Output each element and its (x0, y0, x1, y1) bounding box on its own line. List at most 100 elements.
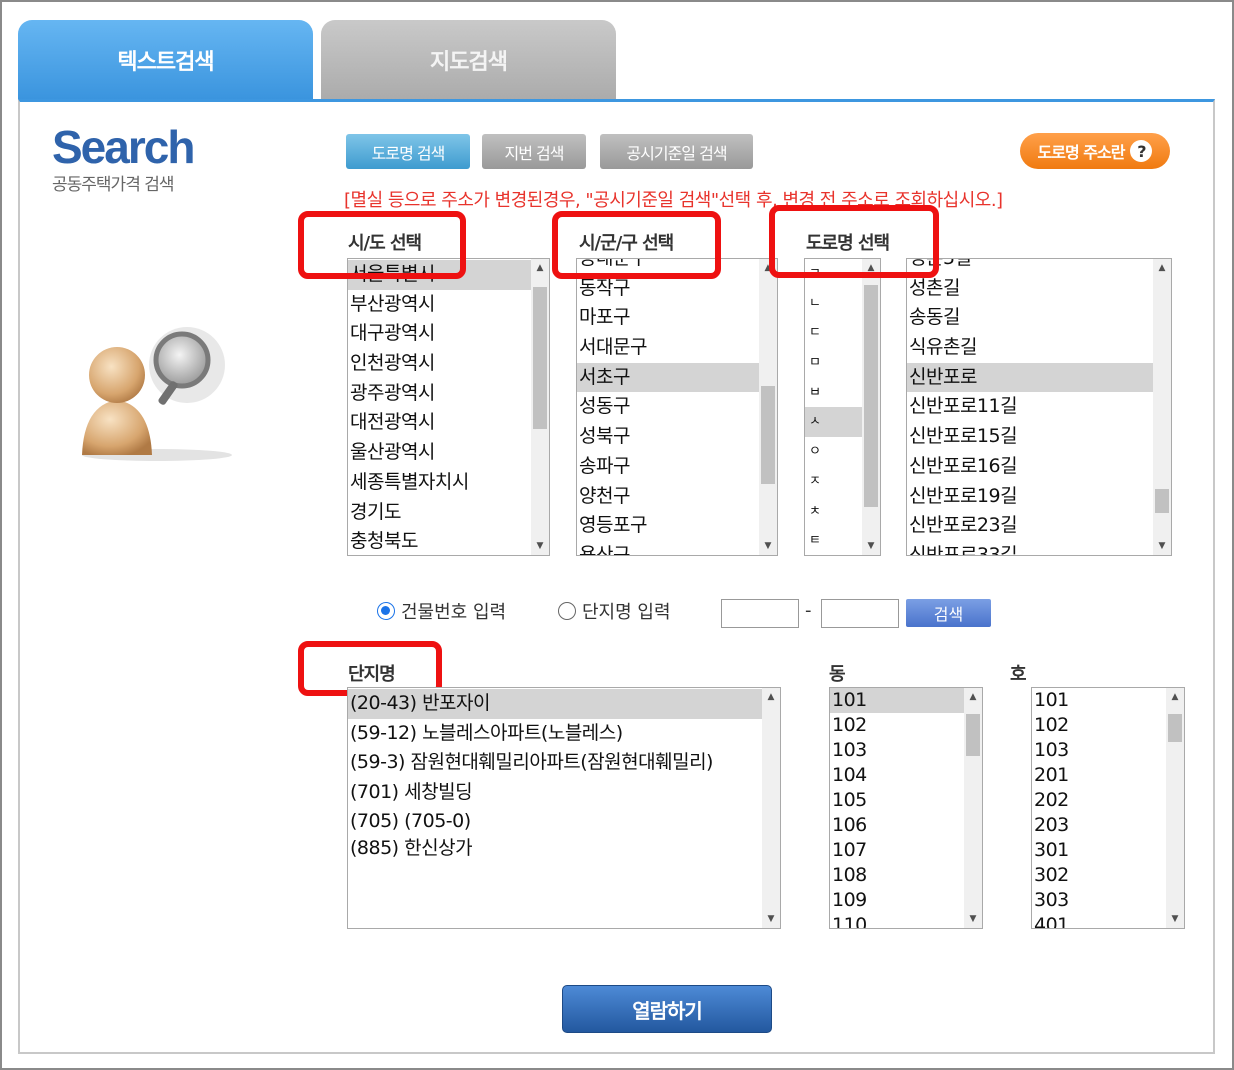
complex-name-radio[interactable] (558, 602, 576, 620)
road-scrollbar[interactable]: ▲ ▼ (1153, 259, 1171, 555)
list-item[interactable]: 107 (830, 838, 964, 863)
list-item[interactable]: 서대문구 (577, 333, 759, 363)
list-item[interactable]: 충청북도 (348, 527, 531, 555)
list-item[interactable]: ㄴ (805, 289, 862, 319)
list-item[interactable]: ㅅ (805, 407, 862, 438)
scroll-down-icon[interactable]: ▼ (1153, 537, 1171, 555)
list-item[interactable]: 용산구 (577, 541, 759, 555)
list-item[interactable]: 302 (1032, 863, 1166, 888)
list-item[interactable]: 102 (1032, 713, 1166, 738)
list-item[interactable]: 301 (1032, 838, 1166, 863)
list-item[interactable]: 203 (1032, 813, 1166, 838)
scroll-thumb[interactable] (533, 287, 547, 429)
list-item[interactable]: 성북구 (577, 422, 759, 452)
list-item[interactable]: 신반포로33길 (907, 541, 1153, 555)
ho-scrollbar[interactable]: ▲ ▼ (1166, 688, 1184, 928)
tab-text-search[interactable]: 텍스트검색 (18, 20, 313, 100)
list-item[interactable]: 103 (830, 738, 964, 763)
scroll-down-icon[interactable]: ▼ (862, 537, 880, 555)
scroll-thumb[interactable] (1155, 489, 1169, 513)
sido-listbox[interactable]: 서울특별시 부산광역시 대구광역시 인천광역시 광주광역시 대전광역시 울산광역시 세종특별자… (347, 258, 550, 556)
building-main-number-input[interactable] (721, 599, 799, 628)
building-sub-number-input[interactable] (821, 599, 899, 628)
list-item[interactable]: (701) 세창빌딩 (348, 778, 762, 808)
list-item[interactable]: 마포구 (577, 303, 759, 333)
list-item[interactable]: 부산광역시 (348, 290, 531, 320)
list-item[interactable]: (59-12) 노블레스아파트(노블레스) (348, 719, 762, 749)
scroll-down-icon[interactable]: ▼ (762, 910, 780, 928)
scroll-down-icon[interactable]: ▼ (759, 537, 777, 555)
list-item[interactable]: 대구광역시 (348, 319, 531, 349)
list-item[interactable]: 201 (1032, 763, 1166, 788)
scroll-up-icon[interactable]: ▲ (531, 259, 549, 277)
tab-map-search[interactable]: 지도검색 (321, 20, 616, 100)
list-item[interactable]: ㅌ (805, 526, 862, 555)
list-item[interactable]: 경기도 (348, 498, 531, 528)
list-item[interactable]: ㅂ (805, 378, 862, 408)
list-item[interactable]: 신반포로23길 (907, 511, 1153, 541)
date-search-button[interactable]: 공시기준일 검색 (600, 134, 753, 169)
complex-name-option[interactable]: 단지명 입력 (558, 598, 671, 624)
building-number-radio[interactable] (377, 602, 395, 620)
list-item[interactable]: 서초구 (577, 362, 759, 393)
list-item[interactable]: ㅇ (805, 437, 862, 467)
list-item[interactable]: 송동길 (907, 303, 1153, 333)
list-item[interactable]: 광주광역시 (348, 379, 531, 409)
list-item[interactable]: 102 (830, 713, 964, 738)
list-item[interactable]: 101 (1032, 688, 1166, 713)
scroll-thumb[interactable] (761, 386, 775, 484)
list-item[interactable]: 성동구 (577, 392, 759, 422)
dong-scrollbar[interactable]: ▲ ▼ (964, 688, 982, 928)
scroll-down-icon[interactable]: ▼ (964, 910, 982, 928)
list-item[interactable]: (885) 한신상가 (348, 835, 762, 862)
list-item[interactable]: 108 (830, 863, 964, 888)
list-item[interactable]: 104 (830, 763, 964, 788)
list-item[interactable]: 신반포로19길 (907, 482, 1153, 512)
list-item[interactable]: ㄷ (805, 318, 862, 348)
list-item[interactable]: 영등포구 (577, 511, 759, 541)
list-item[interactable]: 101 (830, 688, 964, 713)
list-item[interactable]: 울산광역시 (348, 438, 531, 468)
scroll-thumb[interactable] (864, 285, 878, 507)
scroll-up-icon[interactable]: ▲ (1166, 688, 1184, 706)
initial-scrollbar[interactable]: ▲ ▼ (862, 259, 880, 555)
road-search-button[interactable]: 도로명 검색 (346, 134, 470, 169)
list-item[interactable]: 신반포로 (907, 362, 1153, 393)
scroll-thumb[interactable] (1168, 714, 1182, 742)
scroll-up-icon[interactable]: ▲ (762, 688, 780, 706)
complex-listbox[interactable]: (20-43) 반포자이 (59-12) 노블레스아파트(노블레스) (59-3) … (347, 687, 781, 929)
sigungu-scrollbar[interactable]: ▲ ▼ (759, 259, 777, 555)
list-item[interactable]: 105 (830, 788, 964, 813)
list-item[interactable]: 대전광역시 (348, 408, 531, 438)
road-address-help-button[interactable]: 도로명 주소란 ? (1020, 133, 1170, 169)
sigungu-listbox[interactable]: 동대문구 동작구 마포구 서대문구 서초구 성동구 성북구 송파구 양천구 영등포구 용산구 ▲ ▼ (576, 258, 778, 556)
list-item[interactable]: 103 (1032, 738, 1166, 763)
initial-consonant-listbox[interactable]: ㄱㄴㄷㅁㅂㅅㅇㅈㅊㅌ ▲ ▼ (804, 258, 881, 556)
scroll-down-icon[interactable]: ▼ (531, 537, 549, 555)
list-item[interactable]: 109 (830, 888, 964, 913)
list-item[interactable]: 송파구 (577, 452, 759, 482)
sido-scrollbar[interactable]: ▲ ▼ (531, 259, 549, 555)
road-listbox[interactable]: 성촌5길 성촌길 송동길 식유촌길 신반포로 신반포로11길 신반포로15길 신반포로16길 신… (906, 258, 1172, 556)
list-item[interactable]: (20-43) 반포자이 (348, 689, 762, 719)
list-item[interactable]: 202 (1032, 788, 1166, 813)
list-item[interactable]: (705) (705-0) (348, 808, 762, 835)
list-item[interactable]: ㅁ (805, 348, 862, 378)
list-item[interactable]: 인천광역시 (348, 349, 531, 379)
list-item[interactable]: 성촌길 (907, 274, 1153, 304)
ho-listbox[interactable]: 101 102 103 201 202 203 301 302 303 401 ▲ ▼ (1031, 687, 1185, 929)
list-item[interactable]: 401 (1032, 913, 1166, 928)
jibun-search-button[interactable]: 지번 검색 (482, 134, 586, 169)
list-item[interactable]: 110 (830, 913, 964, 928)
view-button[interactable]: 열람하기 (562, 985, 772, 1033)
list-item[interactable]: ㅈ (805, 467, 862, 497)
list-item[interactable]: 106 (830, 813, 964, 838)
list-item[interactable]: 신반포로16길 (907, 452, 1153, 482)
list-item[interactable]: 성촌5길 (907, 259, 1153, 274)
search-button[interactable]: 검색 (906, 599, 991, 627)
building-number-option[interactable]: 건물번호 입력 (377, 598, 506, 624)
list-item[interactable]: 양천구 (577, 482, 759, 512)
scroll-thumb[interactable] (966, 714, 980, 756)
list-item[interactable]: 식유촌길 (907, 333, 1153, 363)
list-item[interactable]: (59-3) 잠원현대훼밀리아파트(잠원현대훼밀리) (348, 748, 762, 778)
